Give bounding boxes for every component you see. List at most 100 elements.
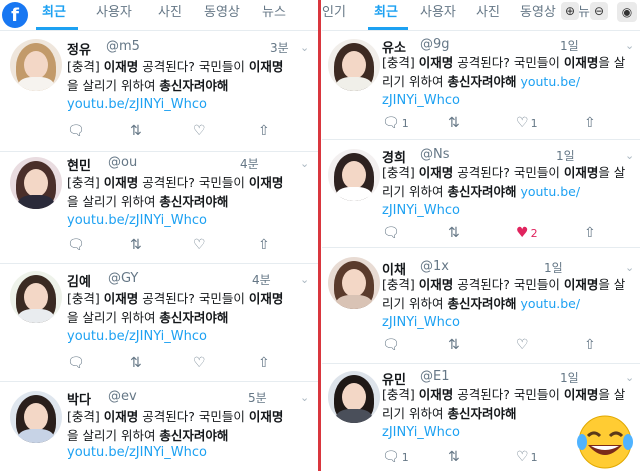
- tweet-link-tail[interactable]: zJINYi_Whco: [382, 425, 460, 440]
- share-icon[interactable]: ⇧: [258, 237, 270, 253]
- tweet-item[interactable]: 박다 @ev 5분 ⌄ [충격] 이재명 공격된다? 국민들이 이재명 을 살리…: [0, 381, 318, 471]
- zoom-out-icon[interactable]: ⊖: [590, 2, 608, 20]
- heart-icon[interactable]: ♡ 1: [516, 449, 538, 465]
- user-handle[interactable]: @m5: [106, 39, 140, 54]
- retweet-icon[interactable]: ⇅: [448, 225, 460, 241]
- avatar[interactable]: [328, 371, 380, 423]
- tweet-link[interactable]: youtu.be/: [520, 296, 580, 311]
- retweet-icon[interactable]: ⇅: [448, 449, 460, 465]
- avatar[interactable]: [10, 39, 62, 91]
- tab-photos[interactable]: 사진: [158, 0, 182, 27]
- heart-filled-icon[interactable]: ♥ 2: [516, 225, 538, 241]
- tweet-item[interactable]: 경희 @Ns 1일 ⌄ [충격] 이재명 공격된다? 국민들이 이재명을 살 리…: [322, 139, 640, 248]
- tweet-link[interactable]: youtu.be/zJINYi_Whco: [67, 329, 207, 344]
- retweet-icon[interactable]: ⇅: [448, 115, 460, 131]
- active-tab-indicator: [36, 27, 78, 30]
- reply-icon[interactable]: 🗨 1: [382, 115, 409, 131]
- tweet-time: 1일: [556, 149, 575, 163]
- tab-videos[interactable]: 동영상: [520, 0, 556, 27]
- tweet-text: [충격] 이재명 공격된다? 국민들이 이재명 을 살리기 위하여 총신자려야해: [67, 175, 284, 209]
- chevron-down-icon[interactable]: ⌄: [625, 149, 634, 162]
- left-tab-bar: 최근 사용자 사진 동영상 뉴스: [0, 0, 318, 31]
- display-name[interactable]: 김예: [67, 271, 91, 290]
- tab-news[interactable]: 뉴스: [262, 0, 286, 27]
- tab-users[interactable]: 사용자: [96, 0, 132, 27]
- tweet-link-tail[interactable]: zJINYi_Whco: [382, 93, 460, 108]
- avatar[interactable]: [328, 257, 380, 309]
- reply-icon[interactable]: 🗨 1: [382, 449, 409, 465]
- share-icon[interactable]: ⇧: [584, 115, 596, 131]
- tab-users[interactable]: 사용자: [420, 0, 456, 27]
- chevron-down-icon[interactable]: ⌄: [300, 157, 309, 170]
- reply-icon[interactable]: 🗨: [67, 355, 85, 371]
- tab-top[interactable]: 인기: [322, 0, 346, 27]
- tab-photos[interactable]: 사진: [476, 0, 500, 27]
- panel-divider: [318, 0, 321, 471]
- avatar[interactable]: [10, 157, 62, 209]
- reply-icon[interactable]: 🗨: [382, 225, 400, 241]
- tab-videos[interactable]: 동영상: [204, 0, 240, 27]
- tweet-time: 1일: [544, 261, 563, 275]
- chevron-down-icon[interactable]: ⌄: [625, 261, 634, 274]
- user-handle[interactable]: @E1: [420, 369, 450, 384]
- chevron-down-icon[interactable]: ⌄: [625, 371, 634, 384]
- chevron-down-icon[interactable]: ⌄: [300, 273, 309, 286]
- retweet-icon[interactable]: ⇅: [130, 237, 142, 253]
- tweet-item[interactable]: 이채 @1x 1일 ⌄ [충격] 이재명 공격된다? 국민들이 이재명을 살 리…: [322, 247, 640, 364]
- share-icon[interactable]: ⇧: [258, 123, 270, 139]
- tweet-text: [충격] 이재명 공격된다? 국민들이 이재명 을 살리기 위하여 총신자려야해: [67, 409, 284, 443]
- user-handle[interactable]: @Ns: [420, 147, 450, 162]
- user-handle[interactable]: @9g: [420, 37, 450, 52]
- tweet-item[interactable]: 현민 @ou 4분 ⌄ [충격] 이재명 공격된다? 국민들이 이재명 을 살리…: [0, 151, 318, 264]
- user-handle[interactable]: @GY: [108, 271, 138, 286]
- tab-latest[interactable]: 최근: [374, 0, 398, 27]
- active-tab-indicator: [368, 27, 408, 30]
- tweet-link[interactable]: youtu.be/zJINYi_Whco: [67, 97, 207, 112]
- share-icon[interactable]: ⇧: [584, 225, 596, 241]
- user-handle[interactable]: @1x: [420, 259, 449, 274]
- chevron-down-icon[interactable]: ⌄: [300, 391, 309, 404]
- zoom-in-icon[interactable]: ⊕: [561, 2, 579, 20]
- tweet-time: 1일: [560, 39, 579, 53]
- share-icon[interactable]: ⇧: [258, 355, 270, 371]
- reply-icon[interactable]: 🗨: [382, 337, 400, 353]
- display-name[interactable]: 현민: [67, 155, 91, 174]
- avatar[interactable]: [328, 149, 380, 201]
- chevron-down-icon[interactable]: ⌄: [300, 41, 309, 54]
- heart-icon[interactable]: ♡: [193, 355, 206, 371]
- tab-news[interactable]: 뉴: [578, 0, 590, 27]
- tweet-link[interactable]: youtu.be/zJINYi_Whco: [67, 213, 207, 228]
- retweet-icon[interactable]: ⇅: [448, 337, 460, 353]
- notification-icon[interactable]: ◉: [617, 2, 637, 22]
- tweet-link-tail[interactable]: zJINYi_Whco: [382, 315, 460, 330]
- avatar[interactable]: [10, 271, 62, 323]
- like-count: 1: [530, 451, 538, 464]
- display-name[interactable]: 박다: [67, 389, 91, 408]
- tweet-item[interactable]: 유소 @9g 1일 ⌄ [충격] 이재명 공격된다? 국민들이 이재명을 살 리…: [322, 31, 640, 140]
- avatar[interactable]: [328, 39, 380, 91]
- tweet-link[interactable]: youtu.be/zJINYi_Whco: [67, 445, 207, 460]
- tweet-item[interactable]: 김예 @GY 4분 ⌄ [충격] 이재명 공격된다? 국민들이 이재명 을 살리…: [0, 263, 318, 382]
- like-count: 2: [530, 227, 538, 240]
- user-handle[interactable]: @ou: [108, 155, 137, 170]
- reply-icon[interactable]: 🗨: [67, 123, 85, 139]
- share-icon[interactable]: ⇧: [584, 337, 596, 353]
- user-handle[interactable]: @ev: [108, 389, 137, 404]
- heart-icon[interactable]: ♡: [516, 337, 529, 353]
- chevron-down-icon[interactable]: ⌄: [625, 39, 634, 52]
- heart-icon[interactable]: ♡: [193, 123, 206, 139]
- heart-icon[interactable]: ♡ 1: [516, 115, 538, 131]
- avatar[interactable]: [10, 391, 62, 443]
- retweet-icon[interactable]: ⇅: [130, 355, 142, 371]
- tweet-item[interactable]: 정유 @m5 3분 ⌄ [충격] 이재명 공격된다? 국민들이 이재명 을 살리…: [0, 31, 318, 152]
- display-name[interactable]: 정유: [67, 39, 91, 58]
- tab-latest[interactable]: 최근: [42, 0, 66, 27]
- tweet-text: [충격] 이재명 공격된다? 국민들이 이재명을 살 리기 위하여 총신자려야해…: [382, 165, 626, 199]
- tweet-link[interactable]: youtu.be/: [520, 74, 580, 89]
- heart-icon[interactable]: ♡: [193, 237, 206, 253]
- reply-icon[interactable]: 🗨: [67, 237, 85, 253]
- tweet-text: [충격] 이재명 공격된다? 국민들이 이재명을 살 리기 위하여 총신자려야해…: [382, 55, 626, 89]
- retweet-icon[interactable]: ⇅: [130, 123, 142, 139]
- tweet-link[interactable]: youtu.be/: [520, 184, 580, 199]
- tweet-link-tail[interactable]: zJINYi_Whco: [382, 203, 460, 218]
